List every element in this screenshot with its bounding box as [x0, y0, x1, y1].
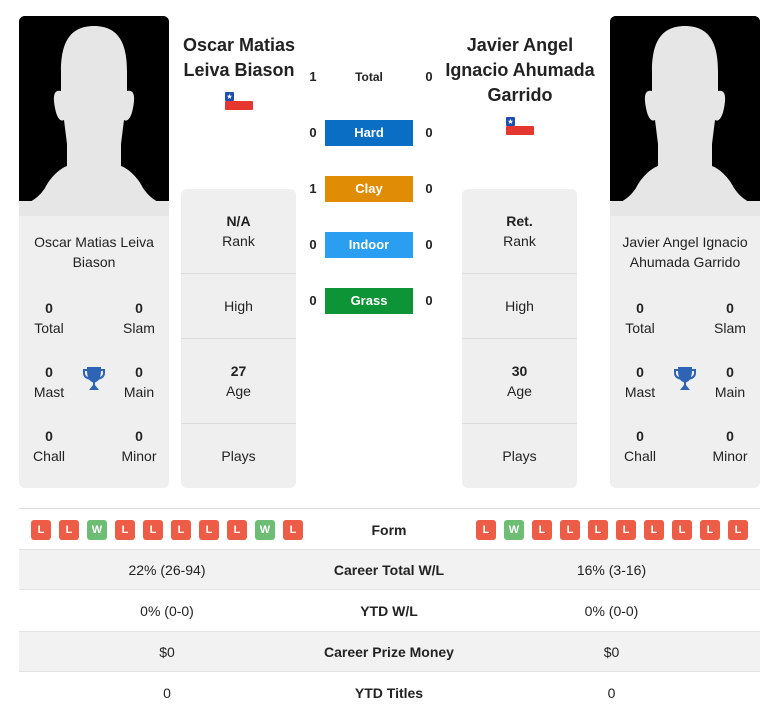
player1-minor-titles: 0 Minor	[121, 428, 157, 464]
form-result-badge: L	[283, 520, 303, 540]
form-result-badge: L	[644, 520, 664, 540]
form-result-badge: W	[87, 520, 107, 540]
form-result-badge: L	[672, 520, 692, 540]
player1-rank: N/A Rank	[181, 189, 296, 274]
h2h-total-row: 1 Total 0	[300, 64, 440, 90]
trophy-icon	[674, 367, 696, 390]
player1-form: L L W L L L L L W L	[31, 520, 303, 540]
player1-total-titles: 0 Total	[34, 300, 64, 336]
h2h-clay-row: 1 Clay 0	[300, 176, 440, 202]
player2-plays: Plays	[502, 448, 537, 464]
form-result-badge: W	[504, 520, 524, 540]
form-result-badge: L	[171, 520, 191, 540]
player2-high: High	[462, 274, 577, 339]
form-result-badge: L	[143, 520, 163, 540]
h2h-indoor-row: 0 Indoor 0	[300, 232, 440, 258]
player1-chall-titles: 0 Chall	[33, 428, 65, 464]
player1-age: 27 Age	[181, 339, 296, 424]
form-result-badge: L	[476, 520, 496, 540]
trophy-icon	[83, 367, 105, 390]
player2-mast-titles: 0 Mast	[624, 364, 656, 400]
player2-card: Javier Angel Ignacio Ahumada Garrido 0 T…	[610, 216, 760, 488]
player1-mast-titles: 0 Mast	[33, 364, 65, 400]
silhouette-icon	[610, 16, 760, 216]
player2-card-name: Javier Angel Ignacio Ahumada Garrido	[622, 234, 748, 270]
form-result-badge: L	[588, 520, 608, 540]
player2-photo	[610, 16, 760, 216]
form-result-badge: L	[560, 520, 580, 540]
player2-minor-titles: 0 Minor	[712, 428, 748, 464]
player2-form: L W L L L L L L L L	[476, 520, 748, 540]
form-result-badge: L	[59, 520, 79, 540]
h2h-grass-row: 0 Grass 0	[300, 288, 440, 314]
form-result-badge: L	[532, 520, 552, 540]
form-result-badge: L	[227, 520, 247, 540]
player1-high: High	[181, 274, 296, 339]
surface-grass-badge[interactable]: Grass	[325, 288, 413, 314]
h2h-total-label: Total	[355, 70, 383, 84]
table-row: 22% (26-94) Career Total W/L 16% (3-16)	[19, 549, 760, 590]
player2-chall-titles: 0 Chall	[624, 428, 656, 464]
player1-card-name: Oscar Matias Leiva Biason	[34, 234, 154, 270]
player1-name[interactable]: Oscar Matias Leiva Biason	[170, 33, 308, 83]
chile-flag-icon	[225, 92, 253, 110]
form-result-badge: L	[31, 520, 51, 540]
form-result-badge: L	[728, 520, 748, 540]
table-row: 0 YTD Titles 0	[163, 685, 616, 701]
form-label: Form	[371, 522, 407, 538]
player2-age: 30 Age	[462, 339, 577, 424]
player2-name[interactable]: Javier Angel Ignacio Ahumada Garrido	[440, 33, 600, 108]
player1-plays: Plays	[221, 448, 256, 464]
form-result-badge: L	[700, 520, 720, 540]
player1-photo	[19, 16, 169, 216]
player2-slam-titles: 0 Slam	[714, 300, 746, 336]
form-result-badge: W	[255, 520, 275, 540]
surface-indoor-badge[interactable]: Indoor	[325, 232, 413, 258]
form-result-badge: L	[115, 520, 135, 540]
player2-total-titles: 0 Total	[625, 300, 655, 336]
table-top-divider	[19, 508, 760, 509]
surface-clay-badge[interactable]: Clay	[325, 176, 413, 202]
player1-info-panel: N/A Rank High 27 Age Plays	[181, 189, 296, 488]
player2-main-titles: 0 Main	[714, 364, 746, 400]
player2-rank: Ret. Rank	[462, 189, 577, 274]
table-row: 0% (0-0) YTD W/L 0% (0-0)	[140, 603, 639, 619]
player2-info-panel: Ret. Rank High 30 Age Plays	[462, 189, 577, 488]
surface-hard-badge[interactable]: Hard	[325, 120, 413, 146]
h2h-hard-row: 0 Hard 0	[300, 120, 440, 146]
table-row: $0 Career Prize Money $0	[19, 631, 760, 672]
player1-main-titles: 0 Main	[123, 364, 155, 400]
player1-slam-titles: 0 Slam	[123, 300, 155, 336]
form-result-badge: L	[616, 520, 636, 540]
silhouette-icon	[19, 16, 169, 216]
form-result-badge: L	[199, 520, 219, 540]
player1-card: Oscar Matias Leiva Biason 0 Total 0 Slam…	[19, 216, 169, 488]
chile-flag-icon	[506, 117, 534, 135]
